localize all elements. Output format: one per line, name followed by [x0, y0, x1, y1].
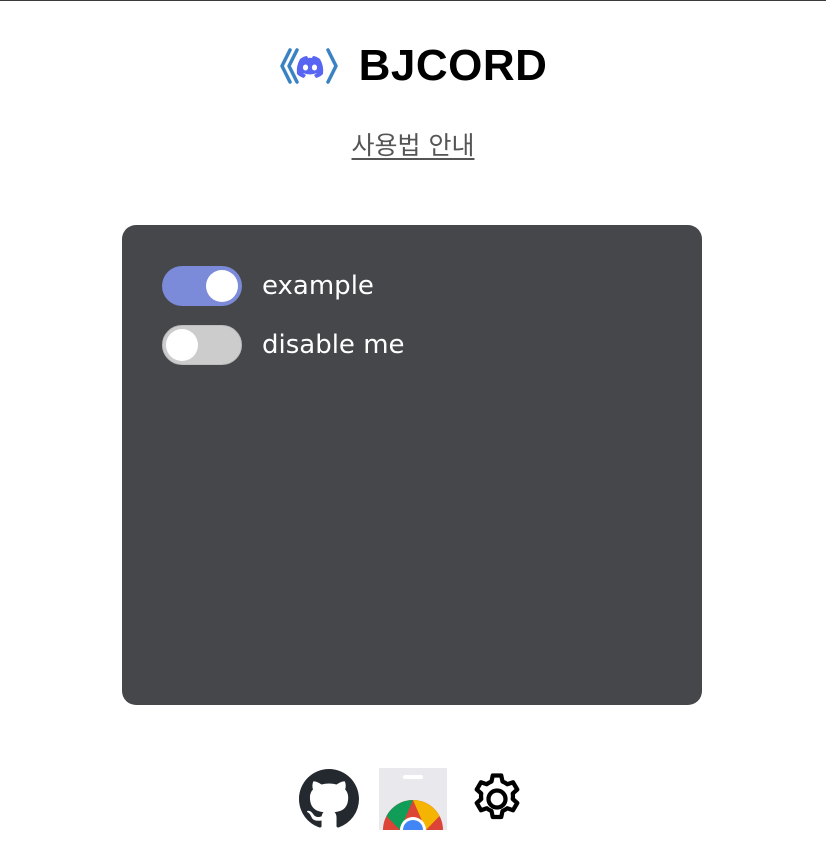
toggle-switch-disable-me[interactable]: [162, 325, 242, 365]
settings-gear-icon[interactable]: [467, 769, 527, 829]
discord-code-logo-icon: [279, 48, 338, 84]
app-title: BJCORD: [358, 41, 548, 90]
chrome-web-store-icon[interactable]: [379, 768, 447, 830]
toggle-switch-example[interactable]: [162, 266, 242, 306]
toggle-row-disable-me: disable me: [162, 325, 405, 365]
usage-guide-link[interactable]: 사용법 안내: [0, 126, 826, 162]
footer-links: [0, 768, 826, 830]
app-header: BJCORD: [0, 38, 826, 94]
settings-panel: example disable me: [122, 225, 702, 705]
toggle-knob: [166, 329, 198, 361]
toggle-knob: [206, 270, 238, 302]
toggle-label-disable-me: disable me: [262, 330, 405, 360]
toggle-label-example: example: [262, 271, 374, 301]
window-top-border: [0, 0, 826, 1]
github-icon[interactable]: [299, 769, 359, 829]
toggle-row-example: example: [162, 266, 374, 306]
